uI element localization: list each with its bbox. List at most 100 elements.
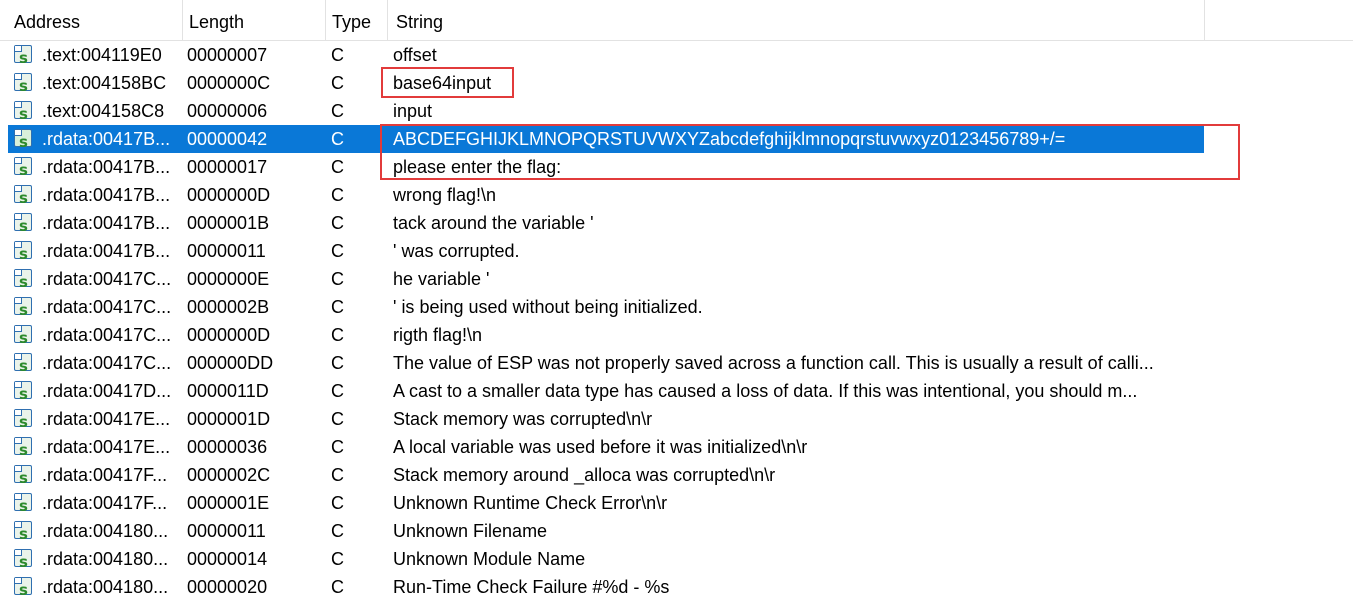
table-row[interactable]: s .rdata:00417B... 00000011 C ' was corrupte… <box>0 237 1353 265</box>
row-string: Unknown Runtime Check Error\n\r <box>393 493 668 513</box>
string-icon: s <box>14 269 34 289</box>
row-type: C <box>331 129 344 149</box>
table-row[interactable]: s .rdata:004180... 00000011 C Unknown Filena… <box>0 517 1353 545</box>
row-length: 00000006 <box>187 101 268 121</box>
table-row[interactable]: s .rdata:00417C... 000000DD C The value of E… <box>0 349 1353 377</box>
row-length: 0000011D <box>187 381 269 401</box>
row-address: .rdata:00417E... <box>42 437 171 457</box>
row-address: .text:004158C8 <box>42 101 165 121</box>
row-length: 0000002C <box>187 465 271 485</box>
row-address: .rdata:00417B... <box>42 129 171 149</box>
annotation-box-base64input <box>381 67 514 98</box>
row-string: The value of ESP was not properly saved … <box>393 353 1154 373</box>
row-string: Unknown Filename <box>393 521 548 541</box>
row-string: A local variable was used before it was … <box>393 437 808 457</box>
row-address: .rdata:00417C... <box>42 269 172 289</box>
row-string: wrong flag!\n <box>393 185 497 205</box>
table-row[interactable]: s .text:004158C8 00000006 Cinput <box>0 97 1353 125</box>
row-type: C <box>331 409 344 429</box>
string-icon: s <box>14 213 34 233</box>
row-string: Stack memory was corrupted\n\r <box>393 409 653 429</box>
string-icon: s <box>14 521 34 541</box>
row-length: 0000000D <box>187 325 271 345</box>
row-string: ' was corrupted. <box>393 241 520 261</box>
column-header-length[interactable]: Length <box>183 0 326 40</box>
row-address: .rdata:00417C... <box>42 297 172 317</box>
annotation-box-alphabet <box>380 124 1240 180</box>
row-address: .rdata:00417D... <box>42 381 172 401</box>
row-address: .rdata:004180... <box>42 577 169 597</box>
table-row[interactable]: s .rdata:00417E... 0000001D C Stack memory w… <box>0 405 1353 433</box>
row-address: .rdata:00417B... <box>42 157 171 177</box>
row-string: Run-Time Check Failure #%d - %s <box>393 577 670 597</box>
column-header-string[interactable]: String <box>388 0 1205 40</box>
string-icon: s <box>14 549 34 569</box>
table-row[interactable]: s .rdata:00417F... 0000001E C Unknown Runtim… <box>0 489 1353 517</box>
table-row[interactable]: s .text:004119E0 00000007 Coffset <box>0 41 1353 69</box>
row-length: 00000036 <box>187 437 268 457</box>
string-icon: s <box>14 409 34 429</box>
row-string: input <box>393 101 433 121</box>
row-length: 00000007 <box>187 45 268 65</box>
string-icon: s <box>14 129 34 149</box>
table-row[interactable]: s .rdata:00417E... 00000036 C A local variab… <box>0 433 1353 461</box>
row-length: 00000011 <box>187 241 266 261</box>
string-icon: s <box>14 325 34 345</box>
row-address: .rdata:004180... <box>42 549 169 569</box>
row-string: A cast to a smaller data type has caused… <box>393 381 1138 401</box>
row-address: .rdata:004180... <box>42 521 169 541</box>
row-address: .rdata:00417E... <box>42 409 171 429</box>
row-string: offset <box>393 45 437 65</box>
row-type: C <box>331 549 344 569</box>
row-length: 0000002B <box>187 297 270 317</box>
table-row[interactable]: s .rdata:004180... 00000020 C Run-Time Check… <box>0 573 1353 601</box>
row-address: .text:004158BC <box>42 73 167 93</box>
string-icon: s <box>14 45 34 65</box>
row-type: C <box>331 325 344 345</box>
table-row[interactable]: s .rdata:00417F... 0000002C C Stack memory a… <box>0 461 1353 489</box>
table-row[interactable]: s .text:004158BC 0000000C Cbase64input <box>0 69 1353 97</box>
column-header-type[interactable]: Type <box>326 0 388 40</box>
row-length: 00000014 <box>187 549 268 569</box>
row-type: C <box>331 101 344 121</box>
row-length: 0000000D <box>187 185 271 205</box>
row-type: C <box>331 297 344 317</box>
row-type: C <box>331 73 344 93</box>
row-type: C <box>331 577 344 597</box>
string-icon: s <box>14 577 34 597</box>
column-header: Address Length Type String <box>0 0 1353 41</box>
row-type: C <box>331 493 344 513</box>
row-address: .rdata:00417C... <box>42 325 172 345</box>
table-row[interactable]: s .rdata:00417B... 0000000D Cwrong flag!\n <box>0 181 1353 209</box>
column-header-filler <box>1205 0 1353 40</box>
row-length: 00000011 <box>187 521 266 541</box>
table-row[interactable]: s .rdata:00417C... 0000000D Crigth flag!\n <box>0 321 1353 349</box>
row-length: 00000017 <box>187 157 268 177</box>
row-length: 0000001E <box>187 493 270 513</box>
string-icon: s <box>14 297 34 317</box>
row-address: .rdata:00417B... <box>42 213 171 233</box>
row-address: .rdata:00417F... <box>42 465 168 485</box>
row-string: Unknown Module Name <box>393 549 586 569</box>
row-type: C <box>331 437 344 457</box>
row-address: .rdata:00417F... <box>42 493 168 513</box>
table-row[interactable]: s .rdata:00417C... 0000000E Che variable ' <box>0 265 1353 293</box>
table-row[interactable]: s .rdata:00417D... 0000011D C A cast to a sm… <box>0 377 1353 405</box>
row-address: .rdata:00417B... <box>42 185 171 205</box>
string-icon: s <box>14 157 34 177</box>
row-length: 0000000C <box>187 73 271 93</box>
row-type: C <box>331 157 344 177</box>
row-address: .rdata:00417C... <box>42 353 172 373</box>
row-type: C <box>331 241 344 261</box>
table-row[interactable]: s .rdata:00417C... 0000002B C ' is being use… <box>0 293 1353 321</box>
table-row[interactable]: s .rdata:004180... 00000014 C Unknown Module… <box>0 545 1353 573</box>
row-type: C <box>331 381 344 401</box>
row-string: rigth flag!\n <box>393 325 483 345</box>
row-length: 0000001D <box>187 409 271 429</box>
column-header-address[interactable]: Address <box>0 0 183 40</box>
row-type: C <box>331 353 344 373</box>
table-row[interactable]: s .rdata:00417B... 0000001B Ctack around th… <box>0 209 1353 237</box>
row-address: .text:004119E0 <box>42 45 162 65</box>
string-icon: s <box>14 241 34 261</box>
row-type: C <box>331 465 344 485</box>
